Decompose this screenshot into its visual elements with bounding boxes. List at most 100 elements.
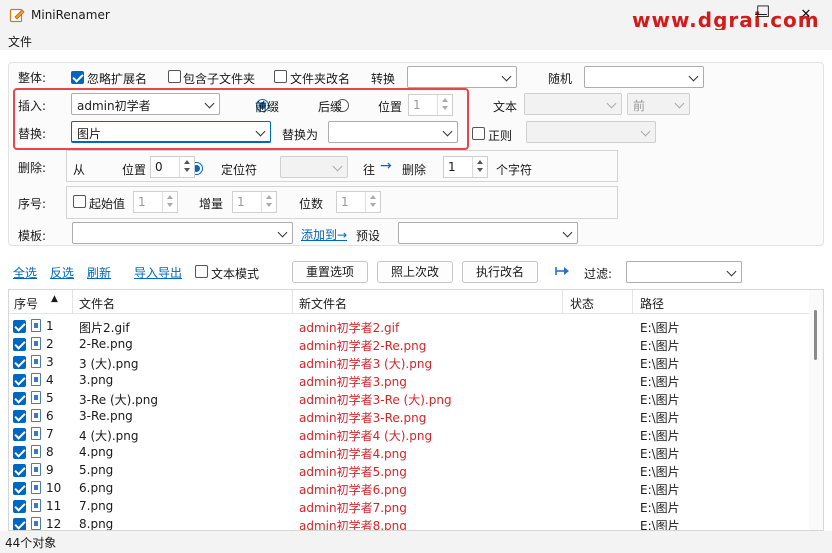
vertical-scrollbar[interactable]	[809, 290, 823, 530]
table-row[interactable]: 7 4 (大).png admin初学者4 (大).png E:\图片	[9, 425, 809, 443]
template-dropdown[interactable]	[72, 222, 293, 244]
table-row[interactable]: 3 3 (大).png admin初学者3 (大).png E:\图片	[9, 353, 809, 371]
text-mode-label: 文本模式	[211, 267, 260, 281]
convert-dropdown[interactable]	[407, 66, 517, 88]
close-button[interactable]: ✕	[792, 4, 820, 26]
row-checkbox[interactable]	[13, 482, 26, 495]
header-status[interactable]: 状态	[570, 295, 594, 312]
row-checkbox[interactable]	[13, 392, 26, 405]
refresh-link[interactable]: 刷新	[87, 264, 111, 281]
regex-checkbox[interactable]	[472, 127, 485, 140]
row-path: E:\图片	[640, 429, 680, 443]
row-newname: admin初学者5.png	[299, 465, 407, 479]
same-as-last-button[interactable]: 照上次改	[377, 261, 453, 283]
delete-position-stepper[interactable]: 0	[150, 156, 195, 178]
row-checkbox[interactable]	[13, 320, 26, 333]
invert-selection-link[interactable]: 反选	[50, 264, 74, 281]
table-row[interactable]: 8 4.png admin初学者4.png E:\图片	[9, 443, 809, 461]
row-checkbox[interactable]	[13, 410, 26, 423]
row-path: E:\图片	[640, 357, 680, 371]
pin-icon[interactable]	[555, 264, 571, 278]
direction-arrow-icon[interactable]: →	[380, 158, 392, 174]
header-seq[interactable]: 序号	[14, 295, 38, 312]
include-subfolders-checkbox[interactable]	[168, 70, 181, 83]
row-filename: 3 (大).png	[79, 357, 139, 371]
row-checkbox[interactable]	[13, 446, 26, 459]
stepper-arrows-icon[interactable]	[179, 157, 194, 177]
stepper-arrows-icon[interactable]	[261, 192, 276, 212]
table-row[interactable]: 12 8.png admin初学者8.png E:\图片	[9, 515, 809, 531]
file-icon	[31, 319, 41, 332]
row-newname: admin初学者4 (大).png	[299, 429, 433, 443]
row-checkbox[interactable]	[13, 518, 26, 530]
rename-folders-checkbox[interactable]	[274, 70, 287, 83]
delete-count-label: 删除	[402, 163, 427, 177]
row-checkbox[interactable]	[13, 356, 26, 369]
text-anchor-dropdown[interactable]	[524, 93, 622, 115]
select-all-link[interactable]: 全选	[13, 264, 37, 281]
regex-dropdown[interactable]	[526, 121, 656, 143]
execute-rename-button[interactable]: 执行改名	[462, 261, 538, 283]
row-checkbox[interactable]	[13, 338, 26, 351]
overall-label: 整体:	[18, 71, 47, 85]
header-path[interactable]: 路径	[640, 295, 664, 312]
table-row[interactable]: 10 6.png admin初学者6.png E:\图片	[9, 479, 809, 497]
stepper-arrows-icon[interactable]	[162, 192, 177, 212]
start-value-checkbox[interactable]	[73, 195, 86, 208]
row-seq: 5	[46, 391, 54, 405]
text-label: 文本	[493, 100, 518, 114]
menu-file[interactable]: 文件	[8, 33, 32, 50]
row-filename: 6.png	[79, 481, 114, 495]
ignore-ext-checkbox[interactable]	[71, 71, 84, 84]
stepper-arrows-icon[interactable]	[365, 192, 380, 212]
row-path: E:\图片	[640, 483, 680, 497]
row-newname: admin初学者3-Re (大).png	[299, 393, 452, 407]
stepper-arrows-icon[interactable]	[472, 157, 487, 177]
delete-count-stepper[interactable]: 1	[443, 156, 488, 178]
locator-dropdown[interactable]	[280, 156, 348, 178]
preset-dropdown[interactable]	[398, 222, 578, 244]
scrollbar-thumb[interactable]	[814, 310, 817, 360]
header-newname[interactable]: 新文件名	[299, 295, 347, 312]
text-mode-checkbox[interactable]	[195, 265, 208, 278]
row-filename: 7.png	[79, 499, 114, 513]
random-dropdown[interactable]	[584, 66, 704, 88]
add-to-link[interactable]: 添加到→	[301, 226, 347, 243]
table-row[interactable]: 9 5.png admin初学者5.png E:\图片	[9, 461, 809, 479]
row-checkbox[interactable]	[13, 500, 26, 513]
table-row[interactable]: 6 3-Re.png admin初学者3-Re.png E:\图片	[9, 407, 809, 425]
table-row[interactable]: 4 3.png admin初学者3.png E:\图片	[9, 371, 809, 389]
import-export-link[interactable]: 导入导出	[134, 264, 182, 281]
row-path: E:\图片	[640, 393, 680, 407]
table-row[interactable]: 2 2-Re.png admin初学者2-Re.png E:\图片	[9, 335, 809, 353]
header-filename[interactable]: 文件名	[79, 295, 115, 312]
filter-dropdown[interactable]	[626, 261, 742, 283]
row-checkbox[interactable]	[13, 374, 26, 387]
highlight-box	[13, 88, 469, 150]
row-seq: 12	[46, 517, 62, 531]
convert-label: 转换	[371, 72, 396, 86]
menu-bar	[0, 30, 832, 50]
start-value-stepper[interactable]: 1	[133, 191, 178, 213]
row-seq: 1	[46, 319, 54, 333]
row-seq: 7	[46, 427, 54, 441]
row-checkbox[interactable]	[13, 464, 26, 477]
row-newname: admin初学者3.png	[299, 375, 407, 389]
row-path: E:\图片	[640, 375, 680, 389]
table-row[interactable]: 11 7.png admin初学者7.png E:\图片	[9, 497, 809, 515]
reset-options-button[interactable]: 重置选项	[292, 261, 368, 283]
app-icon	[9, 8, 25, 23]
table-row[interactable]: 1 图片2.gif admin初学者2.gif E:\图片	[9, 317, 809, 335]
chevron-down-icon	[501, 71, 512, 82]
row-checkbox[interactable]	[13, 428, 26, 441]
table-row[interactable]: 5 3-Re (大).png admin初学者3-Re (大).png E:\图片	[9, 389, 809, 407]
file-icon	[31, 409, 41, 422]
chevron-down-icon	[640, 126, 651, 137]
digits-stepper[interactable]: 1	[336, 191, 381, 213]
row-seq: 6	[46, 409, 54, 423]
maximize-button[interactable]: ☐	[749, 1, 777, 23]
text-position-dropdown[interactable]: 前	[627, 93, 690, 115]
increment-stepper[interactable]: 1	[232, 191, 277, 213]
preset-label: 预设	[356, 229, 381, 243]
file-list[interactable]: 序号 ▲ 文件名 新文件名 状态 路径 1 图片2.gif admin初学者2.gi…	[8, 289, 824, 531]
